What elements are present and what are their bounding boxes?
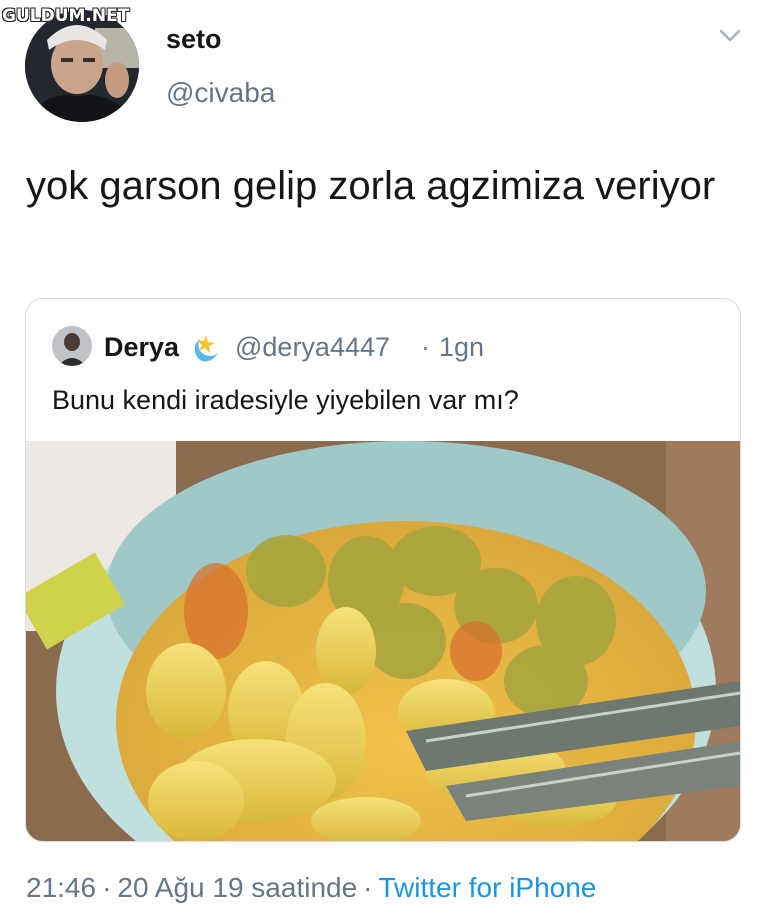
avatar[interactable] [25, 10, 139, 122]
tweet-text: yok garson gelip zorla agzimiza veriyor [26, 164, 716, 208]
sparkle-moon-emoji-icon [194, 335, 218, 362]
quoted-tweet-text: Bunu kendi iradesiyle yiyebilen var mı? [52, 385, 519, 415]
tweet-date[interactable]: 20 Ağu 19 saatinde [117, 872, 357, 903]
quoted-display-name[interactable]: Derya [104, 332, 179, 363]
watermark-logo: GULDUM.NET [2, 6, 130, 26]
tweet-time[interactable]: 21:46 [26, 872, 96, 903]
footer-separator: · [363, 872, 373, 903]
quoted-separator: · [421, 332, 430, 362]
quoted-avatar[interactable] [52, 326, 92, 366]
chevron-down-icon[interactable] [718, 28, 742, 44]
quoted-avatar-photo [52, 326, 92, 366]
pickled-peppers-photo[interactable] [26, 441, 740, 841]
quoted-tweet-card[interactable]: Derya @derya4447 · 1gn Bunu kendi irades… [25, 298, 741, 842]
tweet-footer: 21:46 · 20 Ağu 19 saatinde · Twitter for iPh… [26, 872, 596, 904]
display-name[interactable]: seto [166, 24, 222, 55]
quoted-timestamp[interactable]: 1gn [439, 332, 484, 363]
footer-separator: · [102, 872, 112, 903]
user-handle[interactable]: @civaba [166, 77, 275, 109]
tweet-source-link[interactable]: Twitter for iPhone [379, 872, 597, 903]
avatar-photo [25, 10, 139, 122]
quoted-handle[interactable]: @derya4447 [235, 332, 390, 363]
